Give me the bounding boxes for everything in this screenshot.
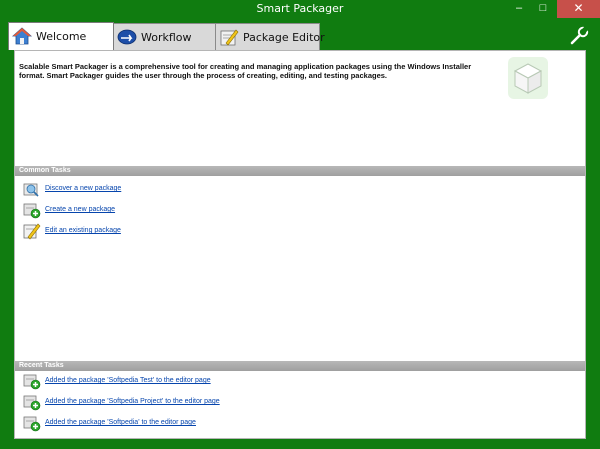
discover-package-link[interactable]: Discover a new package [45, 185, 121, 192]
recent-task-link[interactable]: Added the package 'Softpedia' to the edi… [45, 419, 196, 426]
create-package-icon [23, 203, 41, 219]
edit-package-icon [23, 223, 41, 240]
home-icon [12, 27, 32, 45]
cube-icon [508, 57, 548, 99]
edit-package-link[interactable]: Edit an existing package [45, 227, 121, 234]
recent-tasks-header: Recent Tasks [15, 361, 585, 371]
maximize-button[interactable]: □ [532, 0, 554, 18]
add-package-icon [23, 374, 41, 390]
add-package-icon [23, 395, 41, 411]
create-package-link[interactable]: Create a new package [45, 206, 115, 213]
add-package-icon [23, 416, 41, 432]
close-button[interactable]: ✕ [557, 0, 600, 18]
tab-workflow-label: Workflow [141, 31, 192, 44]
title-bar: Smart Packager – □ ✕ [0, 0, 600, 18]
tab-workflow[interactable]: Workflow [113, 23, 216, 50]
minimize-button[interactable]: – [508, 0, 530, 18]
wrench-icon[interactable] [569, 26, 589, 46]
welcome-page: Scalable Smart Packager is a comprehensi… [14, 50, 586, 439]
recent-task-link[interactable]: Added the package 'Softpedia Test' to th… [45, 377, 211, 384]
workflow-icon [117, 29, 137, 45]
tab-package-editor[interactable]: Package Editor [215, 23, 325, 50]
package-editor-icon [220, 29, 239, 46]
recent-task-link[interactable]: Added the package 'Softpedia Project' to… [45, 398, 220, 405]
tab-welcome-label: Welcome [36, 30, 87, 43]
intro-text: Scalable Smart Packager is a comprehensi… [19, 62, 472, 80]
discover-package-icon [23, 183, 39, 197]
common-tasks-header: Common Tasks [15, 166, 585, 176]
tab-welcome[interactable]: Welcome [8, 22, 114, 50]
tab-package-editor-label: Package Editor [243, 31, 325, 44]
